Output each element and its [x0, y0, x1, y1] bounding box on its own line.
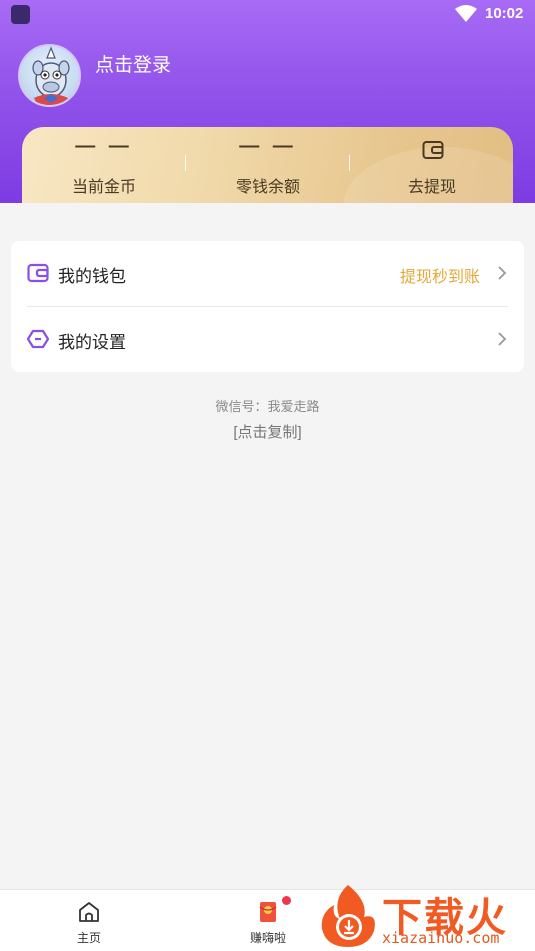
avatar[interactable]: [18, 44, 81, 107]
stat-balance[interactable]: — — 零钱余额: [186, 127, 350, 203]
chevron-right-icon: [498, 266, 507, 280]
rhino-mascot-icon: [32, 46, 70, 105]
tab-home[interactable]: 主页: [29, 890, 149, 951]
menu-item-wallet[interactable]: 我的钱包 提现秒到账: [11, 241, 524, 306]
withdraw-promo-text: 提现秒到账: [399, 269, 480, 286]
watermark-logo: 下载火 xiazaihuo.com: [318, 881, 535, 951]
withdraw-button[interactable]: 去提现: [350, 127, 513, 203]
menu-item-label: 我的设置: [58, 333, 126, 352]
wifi-icon: [455, 5, 477, 22]
tab-earn[interactable]: 赚嗨啦: [208, 890, 328, 951]
wechat-id-text: 微信号：我爱走路: [215, 399, 320, 414]
wallet-icon: [27, 263, 49, 283]
wallet-icon: [422, 141, 444, 159]
red-envelope-icon: [259, 902, 277, 922]
status-time: 10:02: [485, 5, 524, 22]
flame-logo-icon: [321, 885, 375, 947]
coins-label: 当前金币: [71, 179, 136, 196]
coins-value: — —: [75, 135, 133, 157]
withdraw-label: 去提现: [407, 179, 456, 196]
tab-label: 主页: [76, 931, 101, 945]
home-icon: [79, 902, 99, 922]
tab-label: 赚嗨啦: [249, 931, 286, 945]
login-link[interactable]: 点击登录: [95, 50, 171, 77]
watermark-url: xiazaihuo.com: [382, 929, 500, 947]
chevron-right-icon: [498, 332, 507, 346]
notification-dot: [282, 896, 291, 905]
app-icon: [11, 5, 30, 24]
wallet-summary-card: — — 当前金币 — — 零钱余额 去提现: [22, 127, 513, 203]
copy-wechat-button[interactable]: [点击复制]: [0, 421, 535, 442]
header: 10:02 点击登录 — — 当前金币 — — 零钱余额 去提现: [0, 0, 535, 203]
menu-card: 我的钱包 提现秒到账 我的设置: [11, 241, 524, 372]
balance-value: — —: [239, 135, 297, 157]
menu-item-settings[interactable]: 我的设置: [11, 307, 524, 372]
stat-coins[interactable]: — — 当前金币: [22, 127, 186, 203]
status-bar: 10:02: [0, 0, 535, 30]
menu-item-label: 我的钱包: [58, 267, 126, 286]
balance-label: 零钱余额: [235, 179, 300, 196]
settings-icon: [27, 329, 49, 349]
